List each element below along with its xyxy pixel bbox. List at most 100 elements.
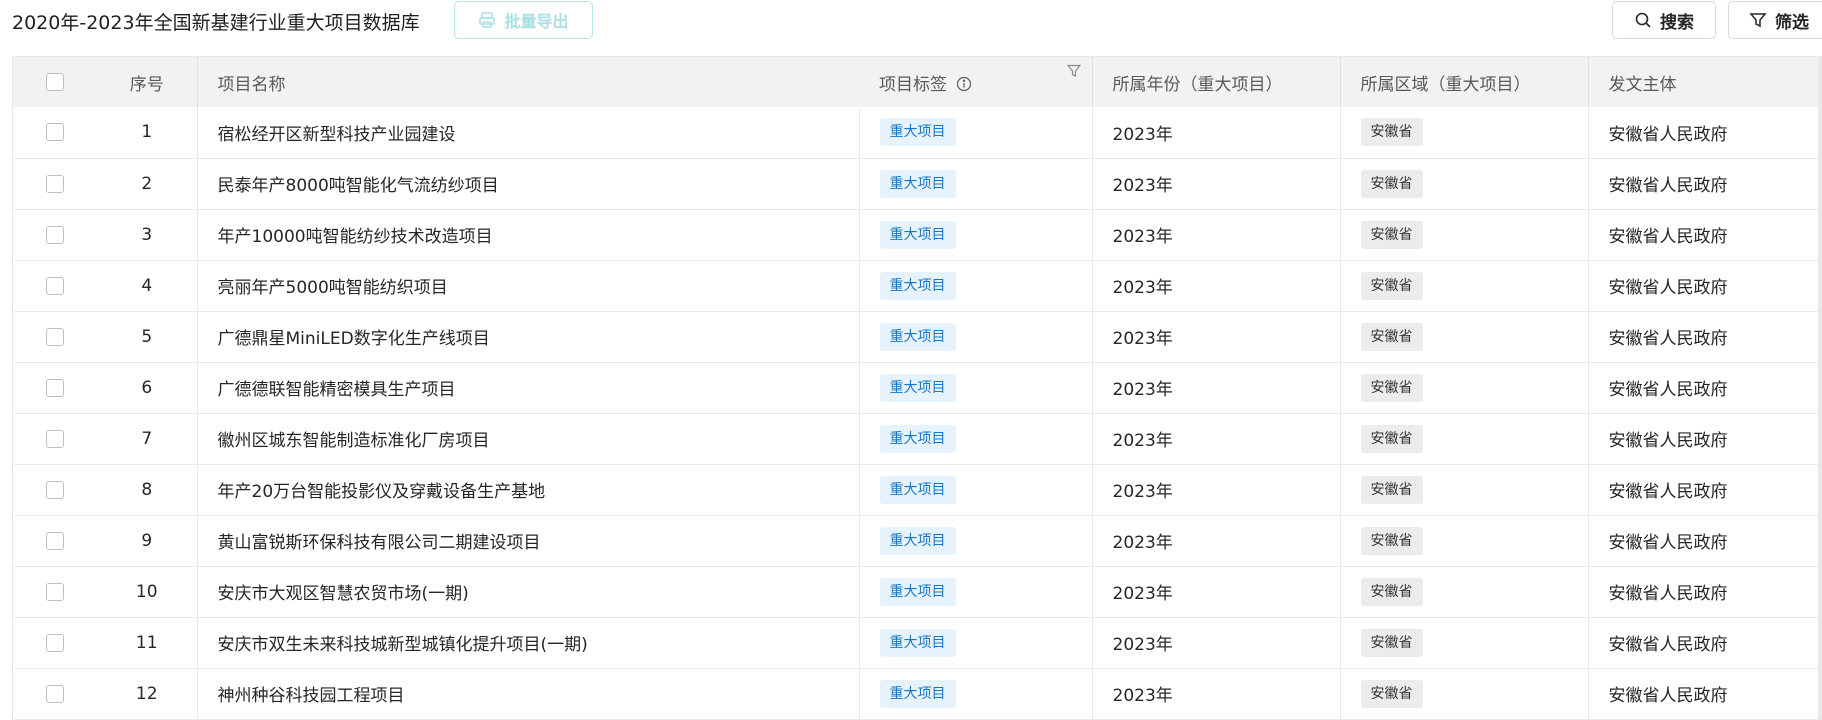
funnel-icon xyxy=(1749,13,1767,28)
table-row[interactable]: 8 年产20万台智能投影仪及穿戴设备生产基地 重大项目 2023年 安徽省 安徽… xyxy=(13,464,1822,516)
row-project-name[interactable]: 年产10000吨智能纺纱技术改造项目 xyxy=(196,209,859,261)
row-region-cell: 安徽省 xyxy=(1340,668,1589,720)
row-year: 2023年 xyxy=(1092,464,1341,516)
header-select-all-cell xyxy=(13,57,97,107)
table-row[interactable]: 5 广德鼎星MiniLED数字化生产线项目 重大项目 2023年 安徽省 安徽省… xyxy=(13,311,1822,363)
row-tag-cell: 重大项目 xyxy=(858,209,1093,261)
row-region-cell: 安徽省 xyxy=(1340,260,1589,312)
table-row[interactable]: 12 神州种谷科技园工程项目 重大项目 2023年 安徽省 安徽省人民政府 xyxy=(13,668,1822,720)
row-project-name[interactable]: 安庆市大观区智慧农贸市场(一期) xyxy=(196,566,859,618)
row-region-cell: 安徽省 xyxy=(1340,107,1589,159)
row-project-name[interactable]: 亮丽年产5000吨智能纺织项目 xyxy=(196,260,859,312)
row-checkbox[interactable] xyxy=(46,531,64,550)
row-checkbox[interactable] xyxy=(46,174,64,193)
row-project-name[interactable]: 神州种谷科技园工程项目 xyxy=(196,668,859,720)
batch-export-button[interactable]: 批量导出 xyxy=(454,1,593,39)
row-project-name[interactable]: 年产20万台智能投影仪及穿戴设备生产基地 xyxy=(196,464,859,516)
search-label: 搜索 xyxy=(1660,12,1694,33)
row-tag-badge: 重大项目 xyxy=(879,577,956,606)
row-tag-badge: 重大项目 xyxy=(879,118,956,147)
row-checkbox[interactable] xyxy=(46,480,64,499)
row-seq: 3 xyxy=(97,209,197,261)
row-seq: 1 xyxy=(97,107,197,159)
filter-label: 筛选 xyxy=(1775,12,1809,33)
row-project-name[interactable]: 民泰年产8000吨智能化气流纺纱项目 xyxy=(196,158,859,210)
row-project-name[interactable]: 宿松经开区新型科技产业园建设 xyxy=(196,107,859,159)
row-region-badge: 安徽省 xyxy=(1360,322,1423,351)
row-issuer: 安徽省人民政府 xyxy=(1588,311,1822,363)
row-seq: 4 xyxy=(97,260,197,312)
table-row[interactable]: 4 亮丽年产5000吨智能纺织项目 重大项目 2023年 安徽省 安徽省人民政府 xyxy=(13,260,1822,312)
row-region-badge: 安徽省 xyxy=(1360,169,1423,198)
table-row[interactable]: 2 民泰年产8000吨智能化气流纺纱项目 重大项目 2023年 安徽省 安徽省人… xyxy=(13,158,1822,210)
table-row[interactable]: 9 黄山富锐斯环保科技有限公司二期建设项目 重大项目 2023年 安徽省 安徽省… xyxy=(13,515,1822,567)
row-tag-cell: 重大项目 xyxy=(858,311,1093,363)
row-tag-badge: 重大项目 xyxy=(879,628,956,657)
header-project-tag: 项目标签 xyxy=(859,57,1093,107)
row-checkbox-cell xyxy=(13,515,97,567)
row-project-name[interactable]: 广德德联智能精密模具生产项目 xyxy=(196,362,859,414)
table-row[interactable]: 3 年产10000吨智能纺纱技术改造项目 重大项目 2023年 安徽省 安徽省人… xyxy=(13,209,1822,261)
row-issuer: 安徽省人民政府 xyxy=(1588,668,1822,720)
row-tag-badge: 重大项目 xyxy=(879,424,956,453)
row-seq: 9 xyxy=(97,515,197,567)
row-tag-badge: 重大项目 xyxy=(879,475,956,504)
row-seq: 8 xyxy=(97,464,197,516)
row-region-badge: 安徽省 xyxy=(1360,220,1423,249)
row-region-cell: 安徽省 xyxy=(1340,362,1589,414)
info-circle-icon[interactable] xyxy=(956,76,972,92)
table-header-row: 序号 项目名称 项目标签 所属年份（重大项目） 所属区域（重大项目） 发文主体 xyxy=(13,57,1822,107)
select-all-checkbox[interactable] xyxy=(46,73,64,91)
row-region-cell: 安徽省 xyxy=(1340,209,1589,261)
row-checkbox-cell xyxy=(13,158,97,210)
row-issuer: 安徽省人民政府 xyxy=(1588,107,1822,159)
row-project-name[interactable]: 徽州区城东智能制造标准化厂房项目 xyxy=(196,413,859,465)
table-row[interactable]: 6 广德德联智能精密模具生产项目 重大项目 2023年 安徽省 安徽省人民政府 xyxy=(13,362,1822,414)
row-checkbox[interactable] xyxy=(46,276,64,295)
table-row[interactable]: 11 安庆市双生未来科技城新型城镇化提升项目(一期) 重大项目 2023年 安徽… xyxy=(13,617,1822,669)
filter-button[interactable]: 筛选 xyxy=(1728,1,1822,39)
row-year: 2023年 xyxy=(1092,413,1341,465)
row-checkbox-cell xyxy=(13,362,97,414)
row-tag-badge: 重大项目 xyxy=(879,169,956,198)
row-checkbox[interactable] xyxy=(46,378,64,397)
row-region-badge: 安徽省 xyxy=(1360,577,1423,606)
row-region-cell: 安徽省 xyxy=(1340,158,1589,210)
row-project-name[interactable]: 广德鼎星MiniLED数字化生产线项目 xyxy=(196,311,859,363)
table-row[interactable]: 7 徽州区城东智能制造标准化厂房项目 重大项目 2023年 安徽省 安徽省人民政… xyxy=(13,413,1822,465)
header-bar: 2020年-2023年全国新基建行业重大项目数据库 批量导出 搜索 筛选 xyxy=(0,0,1822,42)
row-checkbox[interactable] xyxy=(46,582,64,601)
row-issuer: 安徽省人民政府 xyxy=(1588,464,1822,516)
table-row[interactable]: 10 安庆市大观区智慧农贸市场(一期) 重大项目 2023年 安徽省 安徽省人民… xyxy=(13,566,1822,618)
row-region-badge: 安徽省 xyxy=(1360,679,1423,708)
batch-export-label: 批量导出 xyxy=(504,12,569,31)
row-region-badge: 安徽省 xyxy=(1360,526,1423,555)
row-checkbox[interactable] xyxy=(46,225,64,244)
row-checkbox[interactable] xyxy=(46,327,64,346)
row-checkbox[interactable] xyxy=(46,633,64,652)
table-row[interactable]: 1 宿松经开区新型科技产业园建设 重大项目 2023年 安徽省 安徽省人民政府 xyxy=(13,107,1822,159)
row-checkbox[interactable] xyxy=(46,429,64,448)
search-button[interactable]: 搜索 xyxy=(1612,1,1716,39)
row-year: 2023年 xyxy=(1092,362,1341,414)
row-issuer: 安徽省人民政府 xyxy=(1588,566,1822,618)
row-issuer: 安徽省人民政府 xyxy=(1588,260,1822,312)
row-year: 2023年 xyxy=(1092,311,1341,363)
row-region-badge: 安徽省 xyxy=(1360,271,1423,300)
header-issuer: 发文主体 xyxy=(1608,74,1677,95)
row-project-name[interactable]: 安庆市双生未来科技城新型城镇化提升项目(一期) xyxy=(196,617,859,669)
row-tag-cell: 重大项目 xyxy=(858,668,1093,720)
row-checkbox-cell xyxy=(13,413,97,465)
header-project-tag-label: 项目标签 xyxy=(879,74,947,95)
row-issuer: 安徽省人民政府 xyxy=(1588,515,1822,567)
row-checkbox-cell xyxy=(13,209,97,261)
row-year: 2023年 xyxy=(1092,617,1341,669)
vertical-scrollbar[interactable] xyxy=(1818,56,1822,720)
row-project-name[interactable]: 黄山富锐斯环保科技有限公司二期建设项目 xyxy=(196,515,859,567)
header-project-name: 项目名称 xyxy=(196,57,859,107)
row-checkbox[interactable] xyxy=(46,684,64,703)
header-year: 所属年份（重大项目） xyxy=(1092,57,1341,107)
column-filter-icon[interactable] xyxy=(1066,63,1082,79)
row-region-cell: 安徽省 xyxy=(1340,311,1589,363)
row-checkbox[interactable] xyxy=(46,123,64,142)
